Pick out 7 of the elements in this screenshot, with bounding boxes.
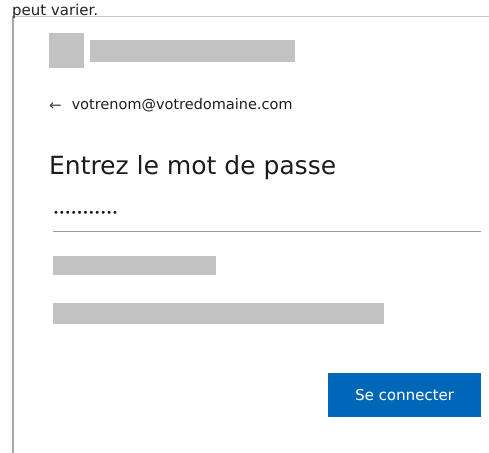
sign-in-button[interactable]: Se connecter [328,373,481,417]
back-arrow-icon[interactable]: ← [49,96,62,114]
account-email: votrenom@votredomaine.com [72,97,292,113]
password-field[interactable]: ••••••••••• [53,202,481,232]
page-heading: Entrez le mot de passe [49,150,336,182]
caption-text: peut varier. [12,2,98,18]
logo-placeholder [49,33,84,68]
